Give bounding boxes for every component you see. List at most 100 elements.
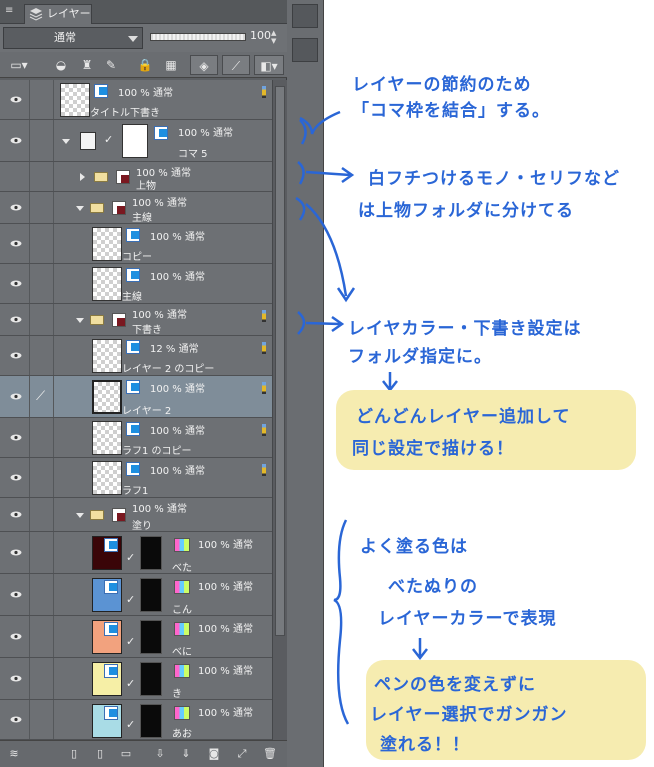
layer-row[interactable]: ✓ 100 % 通常 あお — [0, 700, 272, 740]
draft-pencil-icon[interactable]: ✎ — [100, 55, 122, 75]
layer-opacity-mode: 100 % 通常 — [150, 232, 205, 243]
opacity-slider[interactable] — [150, 33, 246, 41]
lock-icon[interactable]: 🔒 — [134, 55, 156, 75]
create-mask-icon[interactable]: ◙ — [206, 746, 222, 762]
layer-row[interactable]: 12 % 通常 レイヤー 2 のコピー — [0, 336, 272, 376]
layer-mask-thumbnail[interactable] — [140, 662, 162, 696]
collapse-arrow-icon[interactable] — [76, 206, 84, 211]
layer-row[interactable]: 100 % 通常ラフ1 のコピー — [0, 418, 272, 458]
layer-type-icon — [104, 538, 118, 552]
panel-menu-icon[interactable]: ≡ — [5, 6, 17, 16]
visibility-column — [0, 418, 30, 457]
layer-opacity-mode: 12 % 通常 — [150, 344, 199, 355]
trash-icon[interactable]: 🗑 — [262, 746, 278, 762]
eye-icon[interactable] — [10, 352, 22, 359]
layer-opacity-mode: 100 % 通常 — [150, 426, 205, 437]
layer-thumbnail[interactable] — [92, 267, 122, 301]
layer-thumbnail[interactable] — [92, 421, 122, 455]
eye-icon[interactable] — [10, 393, 22, 400]
layer-name: 主線 — [132, 213, 152, 224]
eye-icon[interactable] — [10, 280, 22, 287]
eye-icon[interactable] — [10, 591, 22, 598]
layer-row[interactable]: ✓ 100 % 通常 べた — [0, 532, 272, 574]
eye-icon[interactable] — [10, 204, 22, 211]
eye-icon[interactable] — [10, 434, 22, 441]
layer-thumbnail[interactable] — [60, 83, 90, 117]
new-folder-icon[interactable]: ▭ — [118, 746, 134, 762]
layer-mask-thumbnail[interactable] — [140, 704, 162, 738]
layer-color-button[interactable]: ◧▾ — [254, 55, 284, 75]
layer-list-scrollbar[interactable] — [272, 80, 287, 740]
eye-icon[interactable] — [10, 96, 22, 103]
layer-thumbnail[interactable] — [92, 461, 122, 495]
apply-mask-icon[interactable]: ⤢ — [234, 746, 250, 762]
clapper-icon[interactable] — [292, 4, 318, 28]
layer-thumbnail[interactable] — [122, 124, 148, 158]
ruler-icon[interactable]: ⟋ — [222, 55, 250, 75]
lock-transparency-icon[interactable]: ▦ — [160, 55, 182, 75]
collapse-arrow-icon[interactable] — [76, 513, 84, 518]
layer-opacity-mode: 100 % 通常 — [198, 624, 253, 635]
combine-down-icon[interactable]: ⇓ — [178, 746, 194, 762]
layer-mask-thumbnail[interactable] — [140, 578, 162, 612]
blend-mode-select[interactable]: 通常 — [3, 27, 143, 49]
reference-icon[interactable]: ♜ — [76, 55, 98, 75]
eye-icon[interactable] — [10, 474, 22, 481]
eye-icon[interactable] — [10, 240, 22, 247]
clip-icon[interactable]: ◒ — [50, 55, 72, 75]
layer-thumbnail[interactable] — [92, 339, 122, 373]
layer-row[interactable]: 100 % 通常 タイトル下書き — [0, 80, 272, 120]
layer-thumbnail[interactable] — [92, 380, 122, 414]
color-palette-button[interactable]: ▭▾ — [3, 55, 35, 75]
check-icon: ✓ — [126, 635, 136, 648]
layer-type-icon — [104, 706, 118, 720]
layer-row[interactable]: 100 % 通常 下書き — [0, 304, 272, 336]
layer-name: ラフ1 のコピー — [122, 446, 192, 457]
layer-row[interactable]: ⟋ 100 % 通常 レイヤー 2 — [0, 376, 272, 418]
new-vector-layer-icon[interactable]: ▯ — [92, 746, 108, 762]
layer-mask-thumbnail[interactable] — [140, 620, 162, 654]
note-1b: 「コマ枠を結合」する。 — [352, 101, 550, 121]
collapse-arrow-icon[interactable] — [62, 139, 70, 144]
layer-property-icon[interactable]: ≋ — [6, 746, 22, 762]
layer-row[interactable]: 100 % 通常 コピー — [0, 224, 272, 264]
layer-palette-icon — [174, 706, 190, 720]
layer-color-swatch — [117, 206, 125, 214]
mask-icon[interactable]: ◈ — [190, 55, 218, 75]
layer-mask-thumbnail[interactable] — [140, 536, 162, 570]
layer-row[interactable]: ✓ 100 % 通常き — [0, 658, 272, 700]
folder-dock-icon[interactable] — [292, 38, 318, 62]
eye-icon[interactable] — [10, 511, 22, 518]
layer-row[interactable]: 100 % 通常 上物 — [0, 162, 272, 192]
layer-row[interactable]: 100 % 通常 主線 — [0, 264, 272, 304]
edit-column — [30, 658, 54, 699]
scrollbar-thumb[interactable] — [275, 86, 285, 636]
eye-icon[interactable] — [10, 549, 22, 556]
collapse-arrow-icon[interactable] — [76, 318, 84, 323]
expand-arrow-icon[interactable] — [80, 173, 85, 181]
layer-row[interactable]: 100 % 通常 主線 — [0, 192, 272, 224]
layer-opacity-mode: 100 % 通常 — [198, 708, 253, 719]
new-raster-layer-icon[interactable]: ▯ — [66, 746, 82, 762]
layer-row[interactable]: ✓ 100 % 通常 べに — [0, 616, 272, 658]
eye-icon[interactable] — [10, 316, 22, 323]
visibility-column — [0, 80, 30, 119]
eye-icon[interactable] — [10, 675, 22, 682]
note-5a: よく塗る色は — [360, 537, 468, 557]
layer-name: こん — [172, 605, 192, 616]
layer-row[interactable]: 100 % 通常 ラフ1 — [0, 458, 272, 498]
note-1a: レイヤーの節約のため — [352, 75, 532, 95]
eye-icon[interactable] — [10, 633, 22, 640]
layer-row[interactable]: ✓ 100 % 通常 コマ 5 — [0, 120, 272, 162]
layer-thumbnail[interactable] — [92, 227, 122, 261]
eye-icon[interactable] — [10, 137, 22, 144]
transfer-down-icon[interactable]: ⇩ — [152, 746, 168, 762]
layer-row[interactable]: ✓ 100 % 通常 こん — [0, 574, 272, 616]
tab-layer[interactable]: レイヤー — [24, 4, 92, 24]
eye-icon[interactable] — [10, 716, 22, 723]
opacity-value[interactable]: 100 — [250, 29, 271, 42]
folder-icon — [90, 203, 104, 213]
opacity-spinner[interactable]: ▲ ▼ — [271, 29, 281, 47]
layer-row[interactable]: 100 % 通常 塗り — [0, 498, 272, 532]
layer-type-icon — [126, 462, 140, 476]
